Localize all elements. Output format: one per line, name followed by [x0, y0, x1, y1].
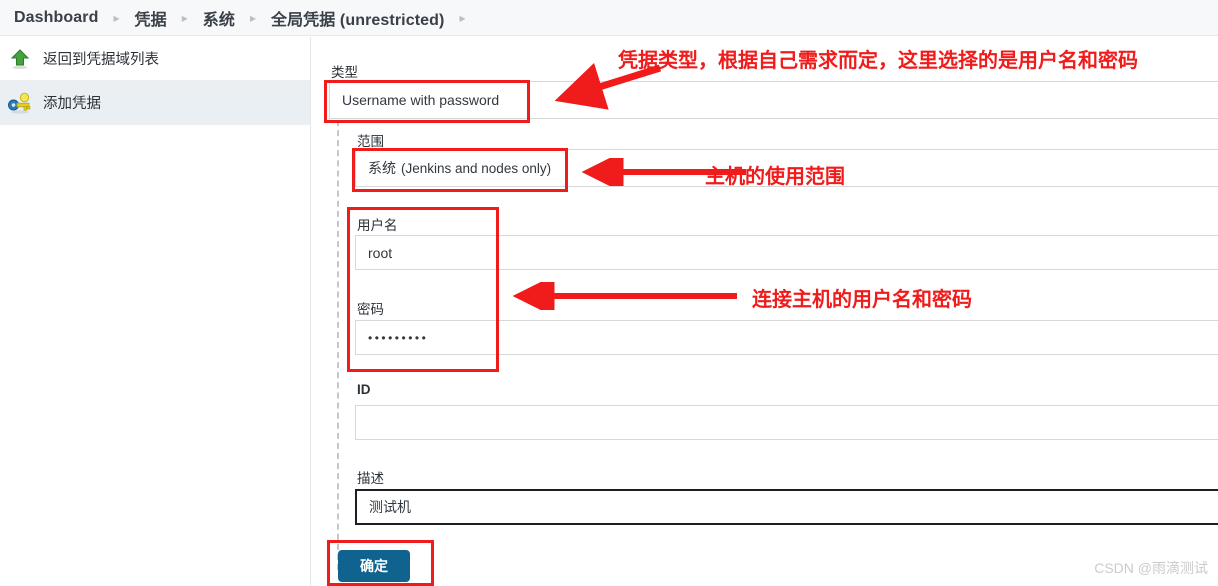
- scope-select-value-cn: 系统: [368, 160, 396, 176]
- type-label: 类型: [331, 65, 358, 80]
- scope-select-value-en: (Jenkins and nodes only): [401, 160, 552, 176]
- form-section-rail: [337, 120, 339, 570]
- password-value: •••••••••: [368, 330, 429, 345]
- watermark: CSDN @雨滴测试: [1094, 560, 1208, 576]
- breadcrumb-item-credentials[interactable]: 凭据: [129, 6, 173, 30]
- type-select-value: Username with password: [342, 92, 500, 108]
- breadcrumb: Dashboard ▸ 凭据 ▸ 系统 ▸ 全局凭据 (unrestricted…: [0, 0, 1218, 36]
- description-textarea[interactable]: 测试机: [355, 489, 1218, 525]
- password-input[interactable]: •••••••••: [355, 320, 1218, 355]
- breadcrumb-item-global-credentials[interactable]: 全局凭据 (unrestricted): [265, 6, 450, 30]
- id-label: ID: [357, 382, 371, 397]
- description-value: 测试机: [369, 499, 411, 515]
- breadcrumb-item-dashboard[interactable]: Dashboard: [8, 9, 104, 27]
- green-up-arrow-icon: [7, 46, 33, 72]
- username-input[interactable]: root: [355, 235, 1218, 270]
- username-value: root: [368, 244, 393, 261]
- sidebar-item-add-credential[interactable]: 添加凭据: [0, 81, 310, 125]
- key-add-icon: [7, 90, 33, 116]
- sidebar-item-back-to-credential-domains[interactable]: 返回到凭据域列表: [0, 37, 310, 81]
- sidebar-item-label: 添加凭据: [43, 96, 101, 112]
- id-input[interactable]: [355, 405, 1218, 440]
- description-label: 描述: [357, 471, 384, 486]
- breadcrumb-item-system[interactable]: 系统: [197, 6, 241, 30]
- submit-button[interactable]: 确定: [338, 550, 410, 582]
- scope-label: 范围: [357, 134, 384, 149]
- username-label: 用户名: [357, 218, 398, 233]
- chevron-right-icon: ▸: [113, 10, 120, 25]
- chevron-right-icon: ▸: [249, 10, 256, 25]
- password-label: 密码: [357, 302, 384, 317]
- chevron-right-icon: ▸: [181, 10, 188, 25]
- scope-select[interactable]: 系统 (Jenkins and nodes only): [355, 149, 1218, 187]
- chevron-right-icon: ▸: [459, 10, 466, 25]
- sidebar: 返回到凭据域列表 添加凭据: [0, 37, 311, 586]
- credential-form: 类型 Username with password 范围 系统 (Jenkins…: [312, 37, 1218, 586]
- sidebar-item-label: 返回到凭据域列表: [43, 52, 159, 68]
- type-select[interactable]: Username with password: [329, 81, 1218, 119]
